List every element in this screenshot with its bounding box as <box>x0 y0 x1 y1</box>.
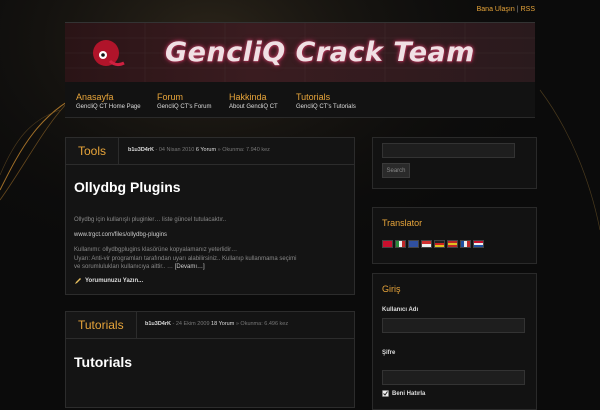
top-links-separator: | <box>516 6 519 13</box>
username-input[interactable] <box>382 318 525 333</box>
language-flags <box>382 240 484 248</box>
post-body-line-1: Kullanımı: ollydbgplugins klasörüne kopy… <box>74 247 238 253</box>
nav-sublabel: GencliQ CT's Forum <box>157 104 212 110</box>
rss-link[interactable]: RSS <box>521 6 535 13</box>
nav-item-forum[interactable]: Forum GencliQ CT's Forum <box>157 92 212 110</box>
post-meta: b1u3D4rK - 04 Nisan 2010 6 Yorum » Okunm… <box>128 147 270 153</box>
mascot-logo-icon <box>93 40 125 67</box>
post-link[interactable]: www.trgct.com/files/ollydbg-plugins <box>74 231 346 240</box>
flag-german-icon[interactable] <box>434 240 445 248</box>
nav-sublabel: GencliQ CT's Tutorials <box>296 104 356 110</box>
post-title[interactable]: Ollydbg Plugins <box>74 179 181 195</box>
flag-dutch-icon[interactable] <box>473 240 484 248</box>
translator-widget: Translator <box>372 207 537 264</box>
main-nav: Anasayfa GencliQ CT Home Page Forum Genc… <box>65 82 535 118</box>
post-meta: b1u3D4rK - 24 Ekim 2009 18 Yorum » Okunm… <box>145 321 288 327</box>
nav-label: Forum <box>157 92 184 102</box>
post-excerpt: Ollydbg için kullanışlı pluginler… liste… <box>74 217 227 223</box>
pencil-icon <box>75 278 81 284</box>
post-card: Tools b1u3D4rK - 04 Nisan 2010 6 Yorum »… <box>65 137 355 295</box>
post-date: - 04 Nisan 2010 <box>155 147 195 153</box>
login-title: Giriş <box>382 284 401 294</box>
translator-title: Translator <box>382 218 423 228</box>
flag-english-icon[interactable] <box>408 240 419 248</box>
read-more-link[interactable]: [Devamı…] <box>175 264 205 270</box>
nav-sublabel: About GencliQ CT <box>229 104 278 110</box>
password-input[interactable] <box>382 370 525 385</box>
nav-label: Hakkinda <box>229 92 267 102</box>
write-comment-label: Yorumunuzu Yazın... <box>85 278 144 284</box>
checkbox-icon[interactable] <box>382 390 389 397</box>
flag-polish-icon[interactable] <box>421 240 432 248</box>
login-widget: Giriş Kullanıcı Adı Şifre Beni Hatırla <box>372 273 537 410</box>
nav-item-anasayfa[interactable]: Anasayfa GencliQ CT Home Page <box>76 92 141 110</box>
remember-me[interactable]: Beni Hatırla <box>382 390 425 397</box>
post-views: » Okunma: 6.496 kez <box>235 321 289 327</box>
post-card: Tutorials b1u3D4rK - 24 Ekim 2009 18 Yor… <box>65 311 355 408</box>
post-author[interactable]: b1u3D4rK <box>128 147 154 153</box>
nav-item-hakkinda[interactable]: Hakkinda About GencliQ CT <box>229 92 278 110</box>
post-body-line-2: Uyarı: Anti-vir programları tarafından u… <box>74 255 297 262</box>
nav-label: Tutorials <box>296 92 331 102</box>
post-views: » Okunma: 7.940 kez <box>217 147 270 153</box>
flag-turkish-icon[interactable] <box>382 240 393 248</box>
top-links: Bana Ulaşın | RSS <box>477 6 535 13</box>
search-input[interactable] <box>382 143 515 158</box>
post-date: - 24 Ekim 2009 <box>172 321 210 327</box>
post-category[interactable]: Tutorials <box>66 312 137 338</box>
search-button[interactable]: Search <box>382 163 410 178</box>
password-label: Şifre <box>382 350 396 356</box>
username-label: Kullanıcı Adı <box>382 307 419 313</box>
site-banner[interactable]: GencliQ Crack Team <box>65 22 535 83</box>
post-title[interactable]: Tutorials <box>74 354 132 370</box>
remember-label: Beni Hatırla <box>392 390 426 397</box>
post-comment-count[interactable]: 18 Yorum <box>211 321 234 327</box>
flag-spanish-icon[interactable] <box>447 240 458 248</box>
post-author[interactable]: b1u3D4rK <box>145 321 171 327</box>
nav-item-tutorials[interactable]: Tutorials GencliQ CT's Tutorials <box>296 92 356 110</box>
nav-label: Anasayfa <box>76 92 114 102</box>
flag-italian-icon[interactable] <box>395 240 406 248</box>
post-comment-count[interactable]: 6 Yorum <box>196 147 216 153</box>
write-comment-link[interactable]: Yorumunuzu Yazın... <box>74 277 143 285</box>
contact-link[interactable]: Bana Ulaşın <box>477 6 515 13</box>
post-header: Tutorials b1u3D4rK - 24 Ekim 2009 18 Yor… <box>66 312 354 339</box>
flag-french-icon[interactable] <box>460 240 471 248</box>
post-body-text: ve sorumlulukları kullanıcıya aittir.. … <box>74 264 174 270</box>
search-widget: Search <box>372 137 537 189</box>
site-title: GencliQ Crack Team <box>165 37 475 68</box>
post-body-line-3: ve sorumlulukları kullanıcıya aittir.. …… <box>74 263 346 272</box>
post-category[interactable]: Tools <box>66 138 120 164</box>
nav-sublabel: GencliQ CT Home Page <box>76 104 141 110</box>
post-header: Tools b1u3D4rK - 04 Nisan 2010 6 Yorum »… <box>66 138 354 165</box>
